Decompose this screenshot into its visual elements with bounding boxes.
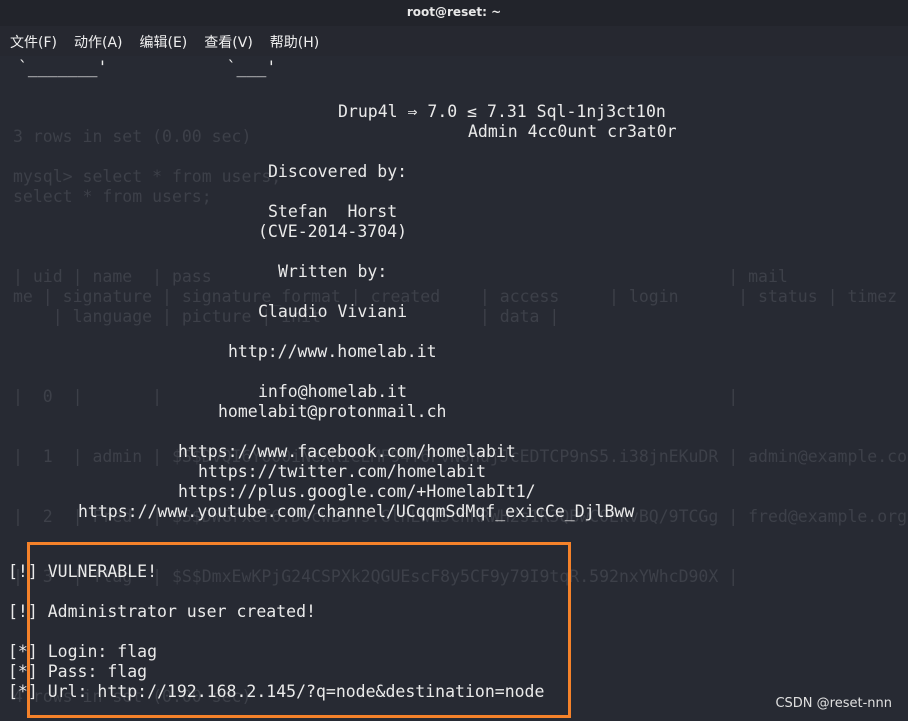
- email1: info@homelab.it: [258, 382, 408, 401]
- ghost-line: | uid | name | pass | mail: [13, 267, 788, 286]
- menu-help[interactable]: 帮助(H): [270, 32, 319, 52]
- site: http://www.homelab.it: [228, 342, 437, 361]
- watermark: CSDN @reset-nnn: [775, 696, 892, 711]
- facebook: https://www.facebook.com/homelabit: [178, 442, 516, 461]
- menu-edit[interactable]: 编辑(E): [140, 32, 188, 52]
- cve: (CVE-2014-3704): [258, 222, 408, 241]
- ghost-line: mysql> select * from users;: [13, 167, 282, 186]
- youtube: https://www.youtube.com/channel/UCqqmSdM…: [78, 502, 635, 521]
- ascii-art: `_______' `___': [18, 58, 277, 77]
- window-title: root@reset: ~: [406, 5, 502, 19]
- discoverer: Stefan Horst: [268, 202, 398, 221]
- menu-file[interactable]: 文件(F): [10, 32, 57, 52]
- banner-subtitle: Admin 4cc0unt cr3at0r: [468, 122, 677, 141]
- author: Claudio Viviani: [258, 302, 408, 321]
- ghost-line: 3 rows in set (0.00 sec): [13, 127, 252, 146]
- discovered-label: Discovered by:: [268, 162, 408, 181]
- ghost-line: select * from users;: [13, 187, 212, 206]
- email2: homelabit@protonmail.ch: [218, 402, 447, 421]
- menu-action[interactable]: 动作(A): [74, 32, 123, 52]
- banner-title: Drup4l ⇒ 7.0 ≤ 7.31 Sql-1nj3ct10n: [338, 102, 666, 121]
- ghost-line: me | signature | signature_format | crea…: [13, 287, 898, 306]
- menu: 文件(F) 动作(A) 编辑(E) 查看(V) 帮助(H): [10, 32, 319, 52]
- gplus: https://plus.google.com/+HomelabIt1/: [178, 482, 536, 501]
- written-label: Written by:: [278, 262, 388, 281]
- twitter: https://twitter.com/homelabit: [198, 462, 487, 481]
- menu-view[interactable]: 查看(V): [204, 32, 253, 52]
- highlight-box: [27, 542, 571, 718]
